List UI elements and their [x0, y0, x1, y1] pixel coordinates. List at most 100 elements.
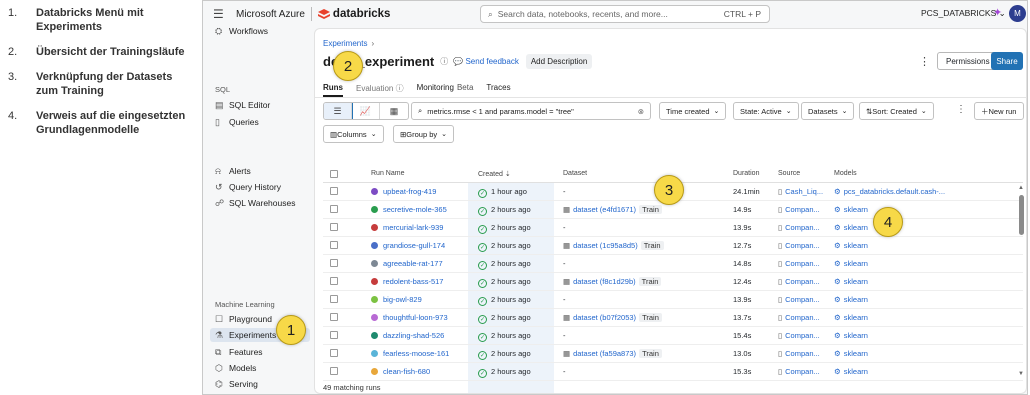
- sidebar-item-playground[interactable]: ☐ Playground: [215, 312, 272, 326]
- column-header-duration[interactable]: Duration: [733, 170, 759, 177]
- dataset-link[interactable]: dataset (b07f2053): [573, 313, 636, 322]
- permissions-button[interactable]: Permissions: [937, 52, 999, 70]
- model-link[interactable]: sklearn: [844, 295, 868, 304]
- run-name-link[interactable]: secretive-mole-365: [383, 205, 447, 214]
- more-options-icon[interactable]: ⋮: [956, 104, 966, 115]
- sidebar-item-queries[interactable]: ▯ Queries: [215, 115, 259, 129]
- run-name-link[interactable]: grandiose-gull-174: [383, 241, 445, 250]
- group-by-dropdown[interactable]: ⊞ Group by ⌄: [393, 125, 455, 143]
- table-row[interactable]: dazzling-shad-526 ✓ 2 hours ago - 15.4s ▯ Comp…: [323, 327, 1023, 345]
- scrollbar[interactable]: [1019, 195, 1024, 235]
- sidebar-item-alerts[interactable]: ⍾ Alerts: [215, 164, 251, 178]
- dataset-link[interactable]: dataset (f8c1d29b): [573, 277, 636, 286]
- table-row[interactable]: fearless-moose-161 ✓ 2 hours ago ▦ dataset (…: [323, 345, 1023, 363]
- run-name-link[interactable]: dazzling-shad-526: [383, 331, 444, 340]
- columns-dropdown[interactable]: ▥ Columns ⌄: [323, 125, 384, 143]
- scroll-up-icon[interactable]: ▲: [1018, 185, 1024, 191]
- model-link[interactable]: sklearn: [844, 331, 868, 340]
- tab-traces[interactable]: Traces: [486, 83, 510, 97]
- tab-monitoring[interactable]: Monitoring Beta: [417, 83, 474, 97]
- clear-icon[interactable]: ⊗: [638, 107, 644, 116]
- send-feedback-link[interactable]: 💬 Send feedback: [453, 57, 519, 66]
- column-header-source[interactable]: Source: [778, 170, 800, 177]
- model-link[interactable]: sklearn: [844, 241, 868, 250]
- sidebar-item-workflows[interactable]: ⛭ Workflows: [215, 24, 268, 38]
- table-row[interactable]: agreeable-rat-177 ✓ 2 hours ago - 14.8s ▯ Comp…: [323, 255, 1023, 273]
- model-link[interactable]: sklearn: [844, 223, 868, 232]
- run-name-link[interactable]: clean-fish-680: [383, 367, 430, 376]
- model-link[interactable]: sklearn: [844, 259, 868, 268]
- run-name-link[interactable]: upbeat-frog-419: [383, 187, 436, 196]
- dataset-link[interactable]: dataset (fa59a873): [573, 349, 636, 358]
- model-link[interactable]: sklearn: [844, 349, 868, 358]
- table-row[interactable]: thoughtful-loon-973 ✓ 2 hours ago ▦ dataset …: [323, 309, 1023, 327]
- row-checkbox[interactable]: [330, 331, 338, 339]
- add-description-button[interactable]: Add Description: [525, 54, 593, 69]
- source-link[interactable]: Compan...: [785, 331, 820, 340]
- global-search-input[interactable]: ⌕ Search data, notebooks, recents, and m…: [480, 5, 770, 23]
- row-checkbox[interactable]: [330, 223, 338, 231]
- sidebar-item-features[interactable]: ⧉ Features: [215, 345, 263, 359]
- datasets-dropdown[interactable]: Datasets ⌄: [801, 102, 855, 120]
- table-row[interactable]: redolent-bass-517 ✓ 2 hours ago ▦ dataset (f…: [323, 273, 1023, 291]
- run-name-link[interactable]: fearless-moose-161: [383, 349, 449, 358]
- model-link[interactable]: sklearn: [844, 205, 868, 214]
- column-header-dataset[interactable]: Dataset: [563, 170, 587, 177]
- grid-view-icon[interactable]: ▦: [380, 103, 408, 119]
- source-link[interactable]: Compan...: [785, 259, 820, 268]
- avatar[interactable]: M: [1009, 5, 1026, 22]
- share-button[interactable]: Share: [991, 52, 1023, 70]
- tab-evaluation[interactable]: Evaluation ⓘ: [356, 83, 404, 97]
- source-link[interactable]: Compan...: [785, 313, 820, 322]
- time-created-dropdown[interactable]: Time created ⌄: [659, 102, 727, 120]
- source-link[interactable]: Cash_Liq...: [785, 187, 823, 196]
- source-link[interactable]: Compan...: [785, 367, 820, 376]
- assistant-sparkle-icon[interactable]: ✦: [993, 6, 1002, 19]
- select-all-checkbox[interactable]: [330, 170, 338, 178]
- row-checkbox[interactable]: [330, 277, 338, 285]
- source-link[interactable]: Compan...: [785, 295, 820, 304]
- breadcrumb[interactable]: Experiments ›: [323, 39, 374, 48]
- row-checkbox[interactable]: [330, 367, 338, 375]
- sidebar-item-models[interactable]: ⬡ Models: [215, 361, 256, 375]
- column-header-models[interactable]: Models: [834, 170, 857, 177]
- databricks-logo[interactable]: databricks: [317, 8, 390, 20]
- model-link[interactable]: pcs_databricks.default.cash-...: [844, 187, 945, 196]
- table-view-icon[interactable]: ☰: [324, 103, 353, 119]
- row-checkbox[interactable]: [330, 241, 338, 249]
- info-icon[interactable]: ⓘ: [440, 56, 448, 67]
- run-name-link[interactable]: thoughtful-loon-973: [383, 313, 448, 322]
- column-header-run-name[interactable]: Run Name: [371, 170, 404, 177]
- sidebar-item-sql-editor[interactable]: ▤ SQL Editor: [215, 98, 270, 112]
- source-link[interactable]: Compan...: [785, 349, 820, 358]
- breadcrumb-link[interactable]: Experiments: [323, 39, 367, 48]
- run-name-link[interactable]: big-owl-829: [383, 295, 422, 304]
- new-run-button[interactable]: ＋ New run: [974, 102, 1024, 120]
- run-name-link[interactable]: agreeable-rat-177: [383, 259, 443, 268]
- sort-dropdown[interactable]: ⇅ Sort: Created ⌄: [859, 102, 934, 120]
- row-checkbox[interactable]: [330, 313, 338, 321]
- sidebar-item-query-history[interactable]: ↺ Query History: [215, 180, 281, 194]
- source-link[interactable]: Compan...: [785, 277, 820, 286]
- model-link[interactable]: sklearn: [844, 313, 868, 322]
- model-link[interactable]: sklearn: [844, 367, 868, 376]
- table-row[interactable]: grandiose-gull-174 ✓ 2 hours ago ▦ dataset (…: [323, 237, 1023, 255]
- row-checkbox[interactable]: [330, 205, 338, 213]
- tab-runs[interactable]: Runs: [323, 83, 343, 97]
- row-checkbox[interactable]: [330, 349, 338, 357]
- table-row[interactable]: mercurial-lark-939 ✓ 2 hours ago - 13.9s ▯ Com…: [323, 219, 1023, 237]
- row-checkbox[interactable]: [330, 259, 338, 267]
- more-options-icon[interactable]: ⋮: [919, 55, 930, 68]
- source-link[interactable]: Compan...: [785, 241, 820, 250]
- model-link[interactable]: sklearn: [844, 277, 868, 286]
- azure-label[interactable]: Microsoft Azure: [236, 9, 305, 20]
- run-name-link[interactable]: redolent-bass-517: [383, 277, 443, 286]
- source-link[interactable]: Compan...: [785, 223, 820, 232]
- menu-icon[interactable]: ☰: [213, 7, 231, 21]
- state-dropdown[interactable]: State: Active ⌄: [733, 102, 799, 120]
- source-link[interactable]: Compan...: [785, 205, 820, 214]
- table-row[interactable]: clean-fish-680 ✓ 2 hours ago - 15.3s ▯ Compan.…: [323, 363, 1023, 381]
- run-filter-input[interactable]: ⌕ metrics.rmse < 1 and params.model = "t…: [411, 102, 651, 120]
- run-name-link[interactable]: mercurial-lark-939: [383, 223, 443, 232]
- row-checkbox[interactable]: [330, 187, 338, 195]
